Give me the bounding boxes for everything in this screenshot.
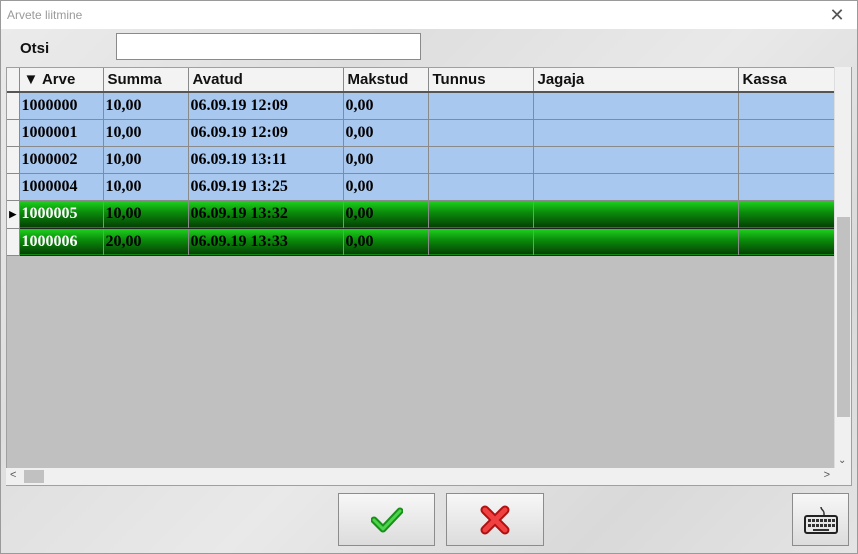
scroll-down-icon[interactable]: ⌄ xyxy=(838,455,846,466)
cell-jagaja[interactable] xyxy=(533,173,739,201)
table-row[interactable]: 1000000 10,00 06.09.19 12:09 0,00 xyxy=(7,92,839,120)
header-indicator-cell xyxy=(7,68,20,93)
cell-makstud[interactable]: 0,00 xyxy=(343,200,429,229)
cell-kassa[interactable] xyxy=(738,228,839,256)
confirm-button[interactable] xyxy=(338,493,435,546)
column-header-tunnus[interactable]: Tunnus xyxy=(428,68,534,93)
cell-makstud[interactable]: 0,00 xyxy=(343,173,429,201)
cell-arve[interactable]: 1000006 xyxy=(19,228,104,256)
cell-kassa[interactable] xyxy=(738,92,839,120)
cell-avatud[interactable]: 06.09.19 13:32 xyxy=(188,200,344,229)
cancel-button[interactable] xyxy=(446,493,544,546)
cell-jagaja[interactable] xyxy=(533,92,739,120)
row-indicator-cell[interactable] xyxy=(7,92,20,120)
cell-tunnus[interactable] xyxy=(428,200,534,229)
search-input[interactable] xyxy=(116,33,421,60)
column-header-kassa[interactable]: Kassa xyxy=(738,68,839,93)
cell-jagaja[interactable] xyxy=(533,228,739,256)
table-row[interactable]: 1000004 10,00 06.09.19 13:25 0,00 xyxy=(7,173,839,201)
cell-summa[interactable]: 10,00 xyxy=(103,200,189,229)
cell-makstud[interactable]: 0,00 xyxy=(343,228,429,256)
red-x-icon xyxy=(480,505,510,534)
vertical-scrollbar[interactable]: ⌄ xyxy=(834,67,851,468)
cell-jagaja[interactable] xyxy=(533,200,739,229)
column-header-summa[interactable]: Summa xyxy=(103,68,189,93)
cell-tunnus[interactable] xyxy=(428,173,534,201)
cell-tunnus[interactable] xyxy=(428,92,534,120)
cell-avatud[interactable]: 06.09.19 13:33 xyxy=(188,228,344,256)
keyboard-button[interactable] xyxy=(792,493,849,546)
cell-avatud[interactable]: 06.09.19 12:09 xyxy=(188,92,344,120)
cell-kassa[interactable] xyxy=(738,146,839,174)
cell-arve[interactable]: 1000005 xyxy=(19,200,104,229)
cell-summa[interactable]: 10,00 xyxy=(103,146,189,174)
row-indicator-cell[interactable] xyxy=(7,119,20,147)
column-header-arve[interactable]: ▼ Arve xyxy=(19,68,104,93)
column-header-jagaja[interactable]: Jagaja xyxy=(533,68,739,93)
window-title: Arvete liitmine xyxy=(7,8,83,22)
cell-arve[interactable]: 1000004 xyxy=(19,173,104,201)
row-indicator-cell[interactable]: ▶ xyxy=(7,200,20,229)
cell-avatud[interactable]: 06.09.19 12:09 xyxy=(188,119,344,147)
cell-avatud[interactable]: 06.09.19 13:25 xyxy=(188,173,344,201)
cell-kassa[interactable] xyxy=(738,119,839,147)
checkmark-icon xyxy=(370,507,403,532)
cell-arve[interactable]: 1000002 xyxy=(19,146,104,174)
grid-header-row: ▼ Arve Summa Avatud Makstud Tunnus Jagaja Kass… xyxy=(7,68,839,93)
cell-makstud[interactable]: 0,00 xyxy=(343,146,429,174)
vertical-scroll-thumb[interactable] xyxy=(837,217,850,417)
cell-avatud[interactable]: 06.09.19 13:11 xyxy=(188,146,344,174)
row-pointer-icon: ▶ xyxy=(9,208,17,219)
horizontal-scrollbar[interactable]: < > xyxy=(6,468,834,485)
cell-makstud[interactable]: 0,00 xyxy=(343,92,429,120)
column-header-makstud[interactable]: Makstud xyxy=(343,68,429,93)
title-bar: Arvete liitmine ✕ xyxy=(1,1,857,29)
scrollbar-corner xyxy=(834,468,851,485)
scroll-right-icon[interactable]: > xyxy=(824,469,830,481)
table-row[interactable]: 1000001 10,00 06.09.19 12:09 0,00 xyxy=(7,119,839,147)
invoice-grid[interactable]: ▼ Arve Summa Avatud Makstud Tunnus Jagaja Kass… xyxy=(6,67,852,486)
cell-kassa[interactable] xyxy=(738,173,839,201)
cell-kassa[interactable] xyxy=(738,200,839,229)
merge-invoices-dialog: Arvete liitmine ✕ Otsi ▼ Arve Summa Avatud… xyxy=(0,0,858,554)
cell-makstud[interactable]: 0,00 xyxy=(343,119,429,147)
cell-summa[interactable]: 10,00 xyxy=(103,92,189,120)
table-row[interactable]: 1000002 10,00 06.09.19 13:11 0,00 xyxy=(7,146,839,174)
close-icon: ✕ xyxy=(829,4,845,25)
cell-summa[interactable]: 10,00 xyxy=(103,119,189,147)
cell-summa[interactable]: 10,00 xyxy=(103,173,189,201)
row-indicator-cell[interactable] xyxy=(7,146,20,174)
cell-summa[interactable]: 20,00 xyxy=(103,228,189,256)
keyboard-icon xyxy=(803,506,838,534)
invoice-table: ▼ Arve Summa Avatud Makstud Tunnus Jagaja Kass… xyxy=(7,68,839,256)
scroll-left-icon[interactable]: < xyxy=(10,469,16,481)
cell-tunnus[interactable] xyxy=(428,146,534,174)
row-indicator-cell[interactable] xyxy=(7,173,20,201)
horizontal-scroll-thumb[interactable] xyxy=(24,470,44,483)
table-row[interactable]: ▶ 1000005 10,00 06.09.19 13:32 0,00 xyxy=(7,200,839,229)
search-label: Otsi xyxy=(20,40,50,57)
cell-arve[interactable]: 1000001 xyxy=(19,119,104,147)
cell-jagaja[interactable] xyxy=(533,119,739,147)
cell-tunnus[interactable] xyxy=(428,228,534,256)
close-button[interactable]: ✕ xyxy=(817,1,857,29)
row-indicator-cell[interactable] xyxy=(7,228,20,256)
cell-jagaja[interactable] xyxy=(533,146,739,174)
cell-tunnus[interactable] xyxy=(428,119,534,147)
table-row[interactable]: 1000006 20,00 06.09.19 13:33 0,00 xyxy=(7,228,839,256)
cell-arve[interactable]: 1000000 xyxy=(19,92,104,120)
column-header-avatud[interactable]: Avatud xyxy=(188,68,344,93)
